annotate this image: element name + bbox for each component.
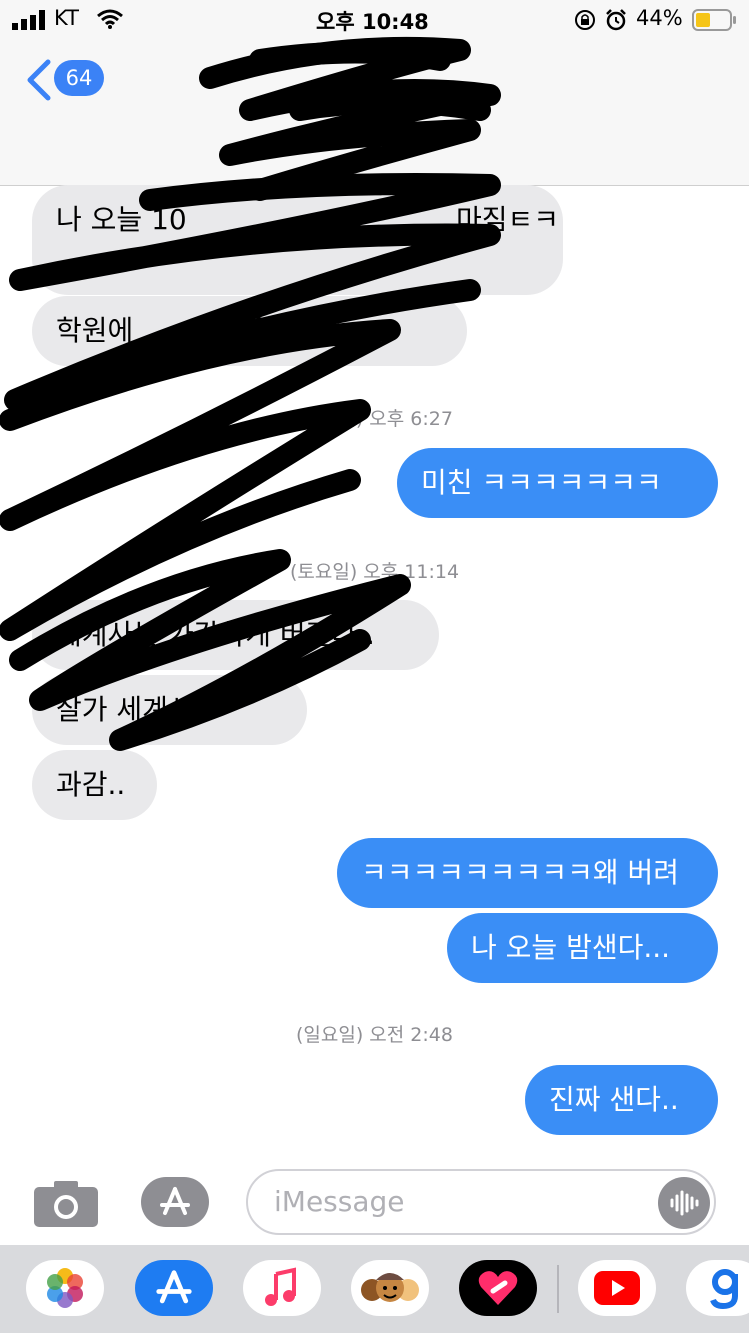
memoji-icon	[361, 1273, 419, 1302]
app-store-button[interactable]	[141, 1177, 209, 1227]
audio-record-button[interactable]	[658, 1177, 710, 1229]
google-icon	[710, 1269, 738, 1310]
youtube-icon	[594, 1271, 640, 1305]
photos-app-button[interactable]	[26, 1260, 104, 1316]
waveform-icon	[670, 1190, 699, 1216]
tray-divider	[557, 1265, 559, 1313]
memoji-app-button[interactable]	[351, 1260, 429, 1316]
camera-icon[interactable]	[34, 1179, 98, 1227]
redaction-scribble	[0, 36, 501, 751]
digital-touch-app-button[interactable]	[459, 1260, 537, 1316]
input-bar: iMessage	[0, 1157, 749, 1245]
message-input-field[interactable]: iMessage	[246, 1169, 716, 1235]
message-input-placeholder: iMessage	[274, 1185, 405, 1218]
app-tray	[0, 1245, 749, 1333]
youtube-app-button[interactable]	[578, 1260, 656, 1316]
app-store-icon	[156, 1270, 192, 1304]
app-store-icon	[160, 1187, 190, 1215]
digital-touch-icon	[478, 1271, 518, 1305]
music-app-button[interactable]	[243, 1260, 321, 1316]
photos-icon	[47, 1268, 83, 1308]
app-store-app-button[interactable]	[135, 1260, 213, 1316]
music-icon	[265, 1267, 296, 1306]
google-app-button[interactable]	[686, 1260, 749, 1316]
